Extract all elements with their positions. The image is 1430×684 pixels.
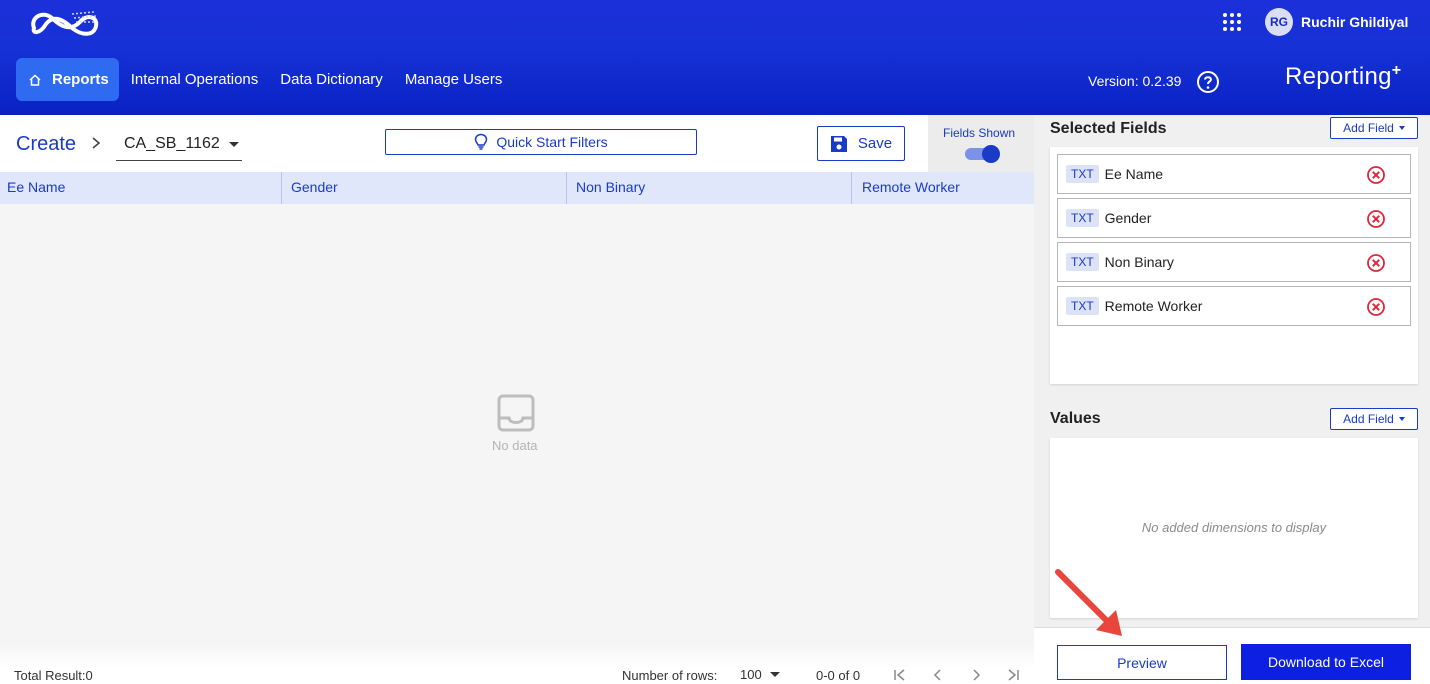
- toggle-thumb: [982, 145, 1000, 163]
- brand-title: Reporting+: [1285, 62, 1401, 91]
- save-button[interactable]: Save: [817, 126, 905, 161]
- field-name: Gender: [1104, 210, 1152, 226]
- table-body: No data: [0, 204, 1034, 644]
- fields-shown-toggle[interactable]: [965, 145, 1001, 163]
- field-type-badge: TXT: [1066, 253, 1099, 271]
- brand-mark: +: [1391, 62, 1402, 79]
- download-excel-button[interactable]: Download to Excel: [1241, 644, 1411, 680]
- nav-internal-operations-label: Internal Operations: [130, 71, 259, 88]
- quick-start-filters-button[interactable]: Quick Start Filters: [385, 129, 697, 155]
- column-header-remote-worker[interactable]: Remote Worker: [852, 172, 1031, 204]
- add-value-field-button[interactable]: Add Field: [1330, 408, 1418, 430]
- home-icon: [29, 73, 41, 86]
- annotation-arrow-icon: [1055, 569, 1122, 636]
- selected-fields-title: Selected Fields: [1050, 120, 1167, 137]
- breadcrumb-create[interactable]: Create: [16, 133, 76, 156]
- apps-grid-icon[interactable]: [1222, 12, 1242, 32]
- column-header-non-binary[interactable]: Non Binary: [567, 172, 852, 204]
- fields-shown-panel: Fields Shown: [928, 115, 1034, 172]
- previous-page-icon[interactable]: [931, 668, 945, 682]
- remove-field-icon[interactable]: [1366, 165, 1386, 185]
- preview-button[interactable]: Preview: [1057, 645, 1227, 680]
- table-header: Ee Name Gender Non Binary Remote Worker: [0, 172, 1034, 204]
- total-results: Total Result:0: [14, 668, 93, 683]
- nav-reports[interactable]: Reports: [16, 58, 119, 101]
- version-label: Version: 0.2.39: [1088, 73, 1182, 89]
- empty-inbox-icon: [497, 394, 535, 432]
- rows-per-page-value: 100: [740, 667, 762, 682]
- user-name: Ruchir Ghildiyal: [1301, 14, 1409, 30]
- report-select[interactable]: CA_SB_1162: [116, 128, 242, 161]
- fields-shown-label: Fields Shown: [943, 126, 1016, 140]
- add-field-label: Add Field: [1343, 412, 1394, 426]
- selected-field-item[interactable]: TXT Non Binary: [1057, 242, 1411, 282]
- add-selected-field-button[interactable]: Add Field: [1330, 117, 1418, 139]
- field-name: Remote Worker: [1104, 298, 1203, 314]
- table-footer: Total Result:0 Number of rows: 100 0-0 o…: [0, 644, 1034, 684]
- chevron-down-icon: [769, 672, 780, 677]
- field-name: Non Binary: [1104, 254, 1174, 270]
- brand-text: Reporting: [1285, 63, 1392, 90]
- selected-field-item[interactable]: TXT Remote Worker: [1057, 286, 1411, 326]
- rows-per-page-select[interactable]: 100: [740, 667, 780, 682]
- remove-field-icon[interactable]: [1366, 209, 1386, 229]
- selected-fields-list: TXT Ee Name TXT Gender TXT Non Binary TX…: [1050, 147, 1418, 384]
- remove-field-icon[interactable]: [1366, 253, 1386, 273]
- report-toolbar: Create CA_SB_1162 Quick Start Filters Sa…: [0, 115, 928, 172]
- user-menu[interactable]: RG Ruchir Ghildiyal: [1265, 8, 1408, 36]
- chevron-down-icon: [1398, 417, 1405, 421]
- chevron-down-icon: [228, 141, 239, 147]
- field-type-badge: TXT: [1066, 297, 1099, 315]
- help-icon[interactable]: [1196, 70, 1220, 94]
- values-empty-text: No added dimensions to display: [1141, 520, 1327, 535]
- column-header-ee-name[interactable]: Ee Name: [0, 172, 282, 204]
- nav-manage-users[interactable]: Manage Users: [395, 58, 513, 101]
- avatar: RG: [1265, 8, 1293, 36]
- first-page-icon[interactable]: [893, 668, 907, 682]
- save-label: Save: [857, 135, 893, 152]
- next-page-icon[interactable]: [969, 668, 983, 682]
- column-header-gender[interactable]: Gender: [282, 172, 567, 204]
- chevron-down-icon: [1398, 126, 1405, 130]
- nav-data-dictionary[interactable]: Data Dictionary: [270, 58, 393, 101]
- main-nav: Reports Internal Operations Data Diction…: [16, 58, 514, 101]
- field-type-badge: TXT: [1066, 165, 1099, 183]
- rows-per-page-label: Number of rows:: [622, 668, 718, 683]
- lightbulb-icon: [475, 133, 488, 150]
- last-page-icon[interactable]: [1006, 668, 1020, 682]
- nav-internal-operations[interactable]: Internal Operations: [121, 58, 269, 101]
- selected-field-item[interactable]: TXT Gender: [1057, 198, 1411, 238]
- selected-field-item[interactable]: TXT Ee Name: [1057, 154, 1411, 194]
- add-field-label: Add Field: [1343, 121, 1394, 135]
- remove-field-icon[interactable]: [1366, 297, 1386, 317]
- field-name: Ee Name: [1104, 166, 1164, 182]
- nav-data-dictionary-label: Data Dictionary: [280, 71, 383, 88]
- report-select-value: CA_SB_1162: [124, 135, 220, 152]
- chevron-right-icon: [92, 137, 101, 149]
- company-logo[interactable]: [28, 6, 100, 40]
- save-icon: [830, 135, 847, 152]
- page-range: 0-0 of 0: [816, 668, 861, 683]
- field-type-badge: TXT: [1066, 209, 1099, 227]
- app-header: Reports Internal Operations Data Diction…: [0, 0, 1430, 115]
- nav-reports-label: Reports: [52, 71, 109, 88]
- empty-state-text: No data: [492, 438, 538, 453]
- quick-start-filters-label: Quick Start Filters: [496, 134, 608, 150]
- nav-manage-users-label: Manage Users: [404, 71, 503, 88]
- values-title: Values: [1050, 410, 1101, 427]
